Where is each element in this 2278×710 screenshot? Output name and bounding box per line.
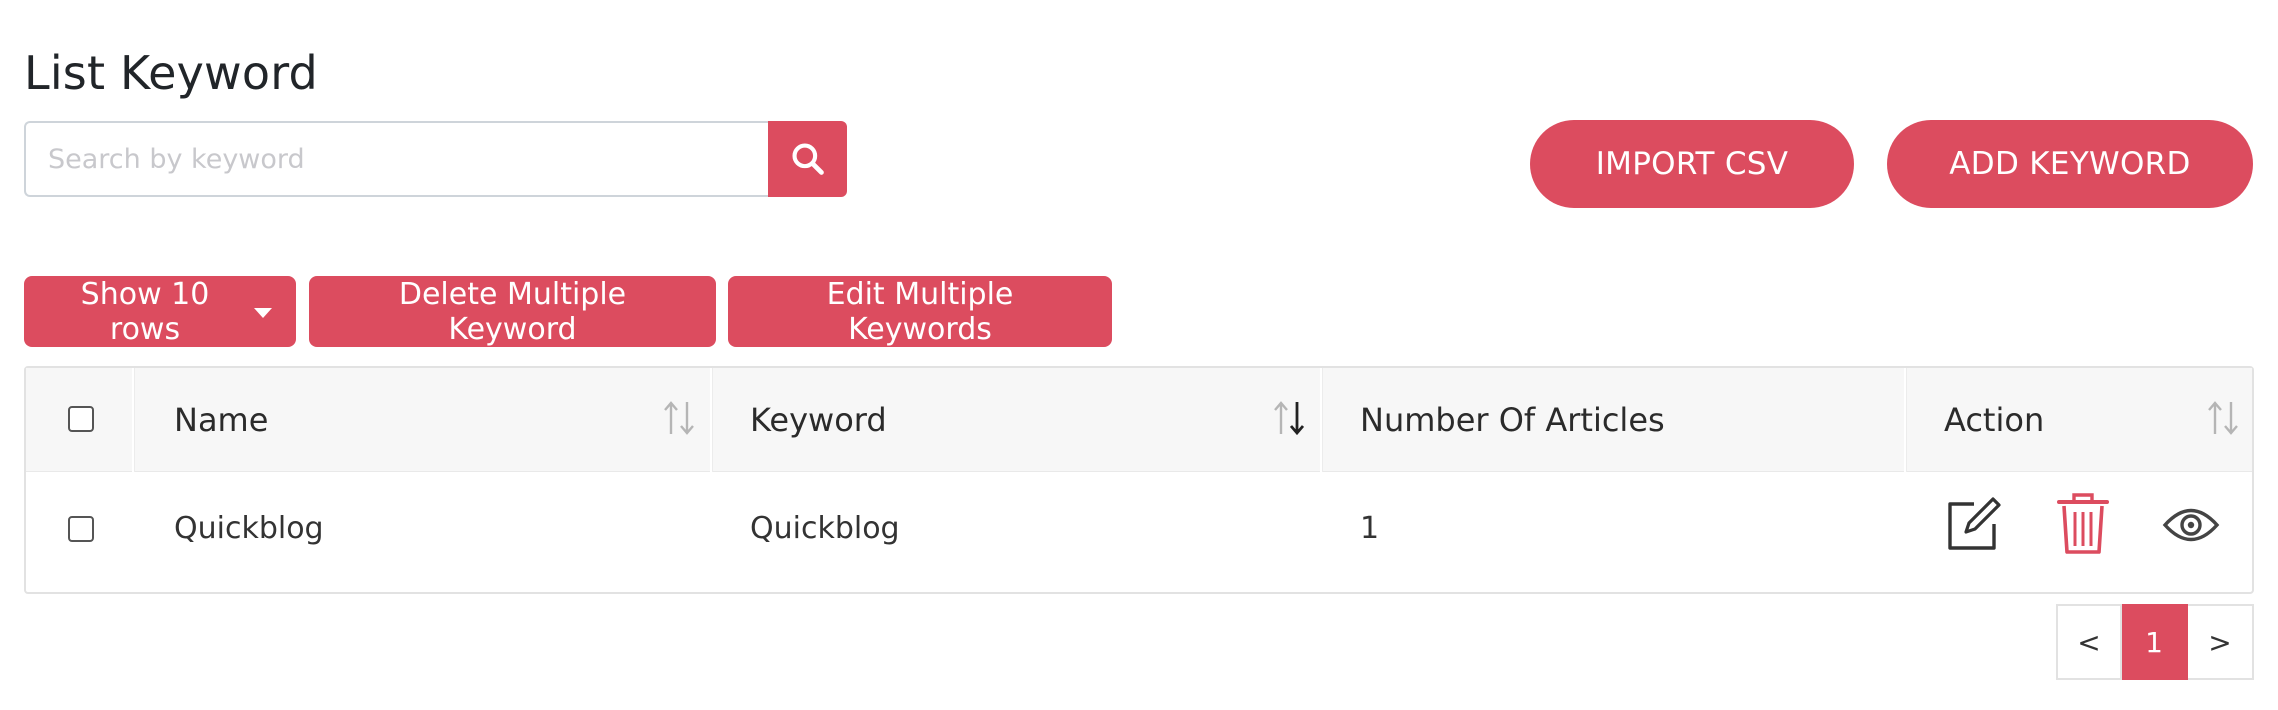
search-input[interactable] xyxy=(24,121,768,197)
show-rows-dropdown[interactable]: Show 10 rows xyxy=(24,276,296,347)
pagination: < 1 > xyxy=(2056,604,2254,680)
pagination-next[interactable]: > xyxy=(2188,604,2254,680)
show-rows-label: Show 10 rows xyxy=(80,276,210,347)
edit-icon[interactable] xyxy=(1944,496,2002,554)
eye-icon[interactable] xyxy=(2162,504,2220,546)
pagination-prev[interactable]: < xyxy=(2056,604,2122,680)
pagination-page[interactable]: 1 xyxy=(2122,604,2188,680)
search-button[interactable] xyxy=(768,121,847,197)
sort-icon[interactable] xyxy=(662,398,696,438)
column-divider xyxy=(710,368,712,472)
sort-icon[interactable] xyxy=(2206,398,2240,438)
column-header-keyword[interactable]: Keyword xyxy=(750,368,887,472)
column-header-articles: Number Of Articles xyxy=(1360,401,1665,439)
keyword-table: Name Keyword Number Of Articles Action Q… xyxy=(24,366,2254,594)
column-header-action: Action xyxy=(1944,401,2045,439)
trash-icon[interactable] xyxy=(2056,492,2110,556)
sort-desc-icon[interactable] xyxy=(1272,398,1306,438)
search-icon xyxy=(791,143,824,175)
delete-multiple-button[interactable]: Delete Multiple Keyword xyxy=(309,276,716,347)
column-divider xyxy=(1320,368,1322,472)
cell-name: Quickblog xyxy=(174,511,324,546)
caret-down-icon xyxy=(254,307,272,318)
column-divider xyxy=(132,368,134,472)
column-header-name[interactable]: Name xyxy=(174,368,268,472)
cell-keyword: Quickblog xyxy=(750,511,900,546)
add-keyword-button[interactable]: ADD KEYWORD xyxy=(1887,120,2253,208)
cell-articles: 1 xyxy=(1360,511,1380,546)
search-bar xyxy=(24,121,847,197)
table-header: Name Keyword Number Of Articles Action xyxy=(26,368,2252,472)
select-all-checkbox[interactable] xyxy=(68,406,94,432)
column-divider xyxy=(1904,368,1906,472)
edit-multiple-button[interactable]: Edit Multiple Keywords xyxy=(728,276,1112,347)
row-checkbox[interactable] xyxy=(68,516,94,542)
page-title: List Keyword xyxy=(24,46,318,100)
import-csv-button[interactable]: IMPORT CSV xyxy=(1530,120,1854,208)
